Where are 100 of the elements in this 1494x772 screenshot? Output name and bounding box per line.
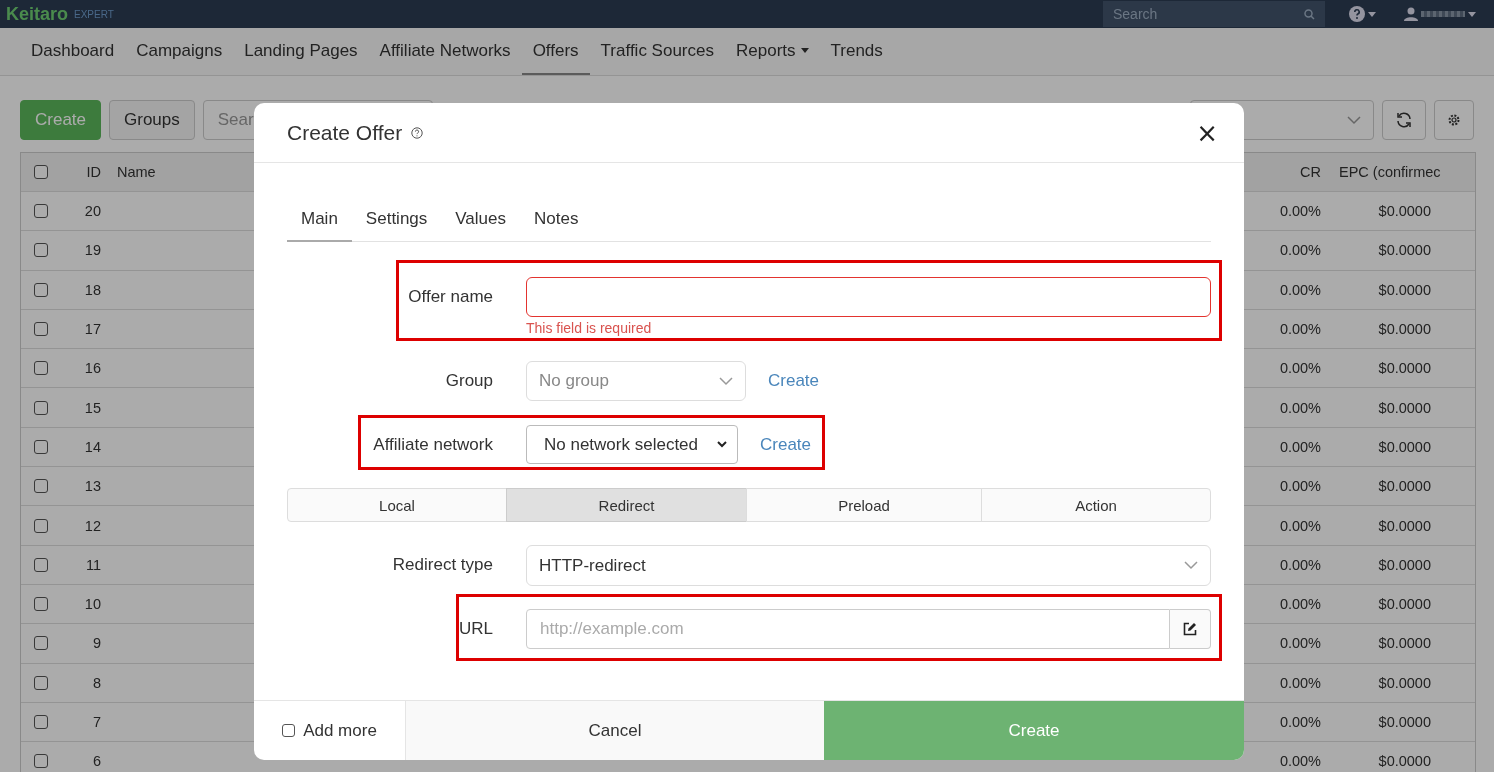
nav-tab[interactable]: Offers (521, 28, 590, 75)
delivery-option[interactable]: Preload (746, 488, 982, 522)
nav-tab[interactable]: Dashboard (20, 28, 126, 75)
cancel-button[interactable]: Cancel (405, 701, 824, 760)
checkbox[interactable] (34, 322, 48, 337)
table-cell-text: 16 (83, 360, 102, 377)
modal-tab[interactable]: Notes (520, 197, 593, 242)
redacted-username (1421, 11, 1465, 17)
checkbox[interactable] (34, 400, 48, 415)
modal-title: Create Offer (287, 120, 403, 145)
table-cell-text: $0.0000 (1377, 203, 1432, 220)
table-cell-text: 15 (83, 399, 102, 416)
table-cell-text: $0.0000 (1377, 360, 1432, 377)
caret-icon (1368, 11, 1376, 17)
table-cell-text: $0.0000 (1377, 753, 1432, 770)
table-cell-text: $0.0000 (1377, 478, 1432, 495)
checkbox[interactable] (34, 361, 48, 376)
table-cell-text: 8 (91, 674, 102, 691)
table-cell-text: 0.00% (1278, 674, 1322, 691)
table-cell-text: 0.00% (1278, 556, 1322, 573)
chevron-down-icon (1347, 115, 1361, 125)
chevron-down-icon (1184, 561, 1198, 570)
checkbox[interactable] (34, 715, 48, 729)
help-icon (1349, 6, 1365, 22)
checkbox[interactable] (34, 243, 48, 258)
table-cell-text: 17 (83, 321, 102, 338)
close-button[interactable]: × (1196, 119, 1218, 146)
column-header[interactable]: EPC (confirmec (1331, 164, 1441, 180)
edition-label: EXPERT (74, 8, 114, 20)
checkbox[interactable] (34, 597, 48, 612)
checkbox[interactable] (282, 724, 296, 737)
refresh-button[interactable] (1382, 100, 1426, 140)
table-cell-text: 6 (91, 753, 102, 770)
nav-tab[interactable]: Trends (819, 28, 894, 75)
table-cell-text: 20 (83, 203, 102, 220)
field-label: Affiliate network (372, 434, 493, 456)
table-cell-text: 13 (83, 478, 102, 495)
modal-tab[interactable]: Main (287, 197, 352, 242)
table-cell-text: 18 (83, 281, 102, 298)
table-cell-text: 0.00% (1278, 321, 1322, 338)
table-cell-text: $0.0000 (1377, 596, 1432, 613)
table-cell-text: $0.0000 (1377, 556, 1432, 573)
table-cell-text: $0.0000 (1377, 517, 1432, 534)
logo[interactable]: Keitaro (6, 3, 68, 25)
modal-tab[interactable]: Values (441, 197, 520, 242)
checkbox[interactable] (34, 204, 48, 219)
table-cell-text: 10 (83, 596, 102, 613)
chevron-down-icon (717, 441, 727, 448)
groups-button[interactable]: Groups (109, 100, 195, 140)
group-select[interactable]: No group (526, 361, 746, 401)
delivery-option[interactable]: Redirect (506, 488, 747, 522)
table-cell-text: 11 (84, 556, 102, 573)
caret-icon (800, 48, 809, 53)
table-cell-text: $0.0000 (1377, 635, 1432, 652)
checkbox[interactable] (34, 636, 48, 651)
settings-button[interactable] (1434, 100, 1474, 140)
modal-tab[interactable]: Settings (351, 197, 442, 242)
table-cell-text: $0.0000 (1377, 281, 1432, 298)
checkbox[interactable] (34, 165, 48, 179)
table-cell-text: $0.0000 (1377, 321, 1432, 338)
table-cell-text: 0.00% (1278, 596, 1322, 613)
nav-tab[interactable]: Traffic Sources (589, 28, 725, 75)
table-cell-text: 0.00% (1278, 753, 1322, 770)
table-cell-text: $0.0000 (1377, 714, 1432, 730)
delivery-option[interactable]: Local (287, 488, 507, 522)
table-cell-text: 0.00% (1278, 478, 1322, 495)
help-icon[interactable] (411, 126, 424, 139)
checkbox[interactable] (34, 754, 48, 769)
create-link[interactable]: Create (768, 371, 820, 391)
add-more-toggle[interactable]: Add more (254, 701, 405, 760)
table-cell-text: $0.0000 (1377, 438, 1432, 455)
field-label: Redirect type (391, 554, 493, 576)
nav-tab[interactable]: Campaigns (125, 28, 234, 75)
settings-icon (1447, 113, 1461, 127)
redirect-type-select[interactable]: HTTP-redirect (526, 545, 1211, 586)
edit-button[interactable] (1170, 609, 1211, 649)
user-menu[interactable] (1404, 7, 1476, 21)
table-cell-text: 0.00% (1278, 360, 1322, 377)
nav-tab[interactable]: Landing Pages (233, 28, 369, 75)
offer-name-field[interactable] (526, 277, 1211, 317)
checkbox[interactable] (34, 439, 48, 454)
edit-icon (1183, 622, 1197, 636)
checkbox[interactable] (34, 479, 48, 494)
table-cell-text: 0.00% (1278, 517, 1322, 534)
url-field[interactable]: http://example.com (526, 609, 1170, 649)
field-label: Group (444, 370, 493, 392)
nav-tab[interactable]: Reports (725, 28, 820, 75)
table-cell-text: 0.00% (1278, 635, 1322, 652)
help-menu[interactable] (1349, 6, 1376, 22)
checkbox[interactable] (34, 282, 48, 297)
column-header[interactable]: ID (61, 164, 111, 180)
network-select[interactable]: No network selected (526, 425, 738, 464)
delivery-option[interactable]: Action (981, 488, 1211, 522)
checkbox[interactable] (34, 518, 48, 533)
nav-tab[interactable]: Affiliate Networks (368, 28, 522, 75)
create-link[interactable]: Create (760, 434, 812, 455)
chevron-down-icon (719, 376, 733, 386)
checkbox[interactable] (34, 557, 48, 572)
table-cell-text: 7 (91, 714, 102, 730)
checkbox[interactable] (34, 675, 48, 690)
